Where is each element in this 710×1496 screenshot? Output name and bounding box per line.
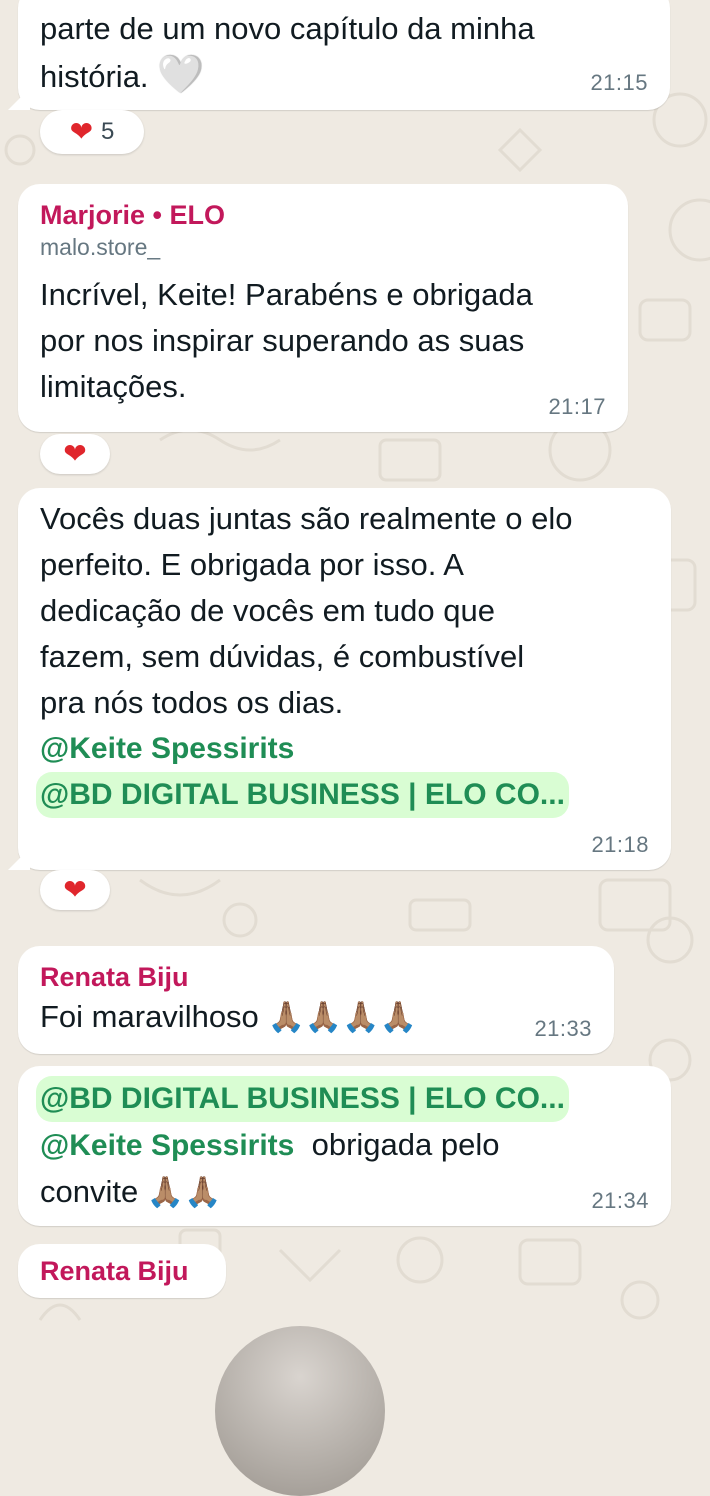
reaction-count: 5 (101, 118, 115, 145)
sender-handle: malo.store_ (40, 234, 161, 260)
message-text: Foi maravilhoso 🙏🏽🙏🏽🙏🏽🙏🏽 (40, 999, 417, 1034)
message-time: 21:18 (591, 832, 649, 857)
message-bubble[interactable]: @BD DIGITAL BUSINESS | ELO CO... @Keite … (18, 1066, 671, 1226)
sender-name[interactable]: Marjorie • ELO (40, 198, 606, 232)
reaction-pill[interactable]: ❤ 5 (40, 110, 144, 154)
message-time: 21:34 (591, 1188, 649, 1213)
image-preview[interactable] (215, 1326, 385, 1496)
reaction-pill[interactable]: ❤ (40, 434, 110, 474)
folded-hands-emoji: 🙏🏽🙏🏽🙏🏽🙏🏽 (267, 1001, 417, 1034)
folded-hands-emoji: 🙏🏽🙏🏽 (146, 1176, 222, 1209)
reaction-pill[interactable]: ❤ (40, 870, 110, 910)
sender-name[interactable]: Renata Biju (40, 960, 592, 994)
message-bubble[interactable]: Vocês duas juntas são realmente o elo pe… (18, 488, 671, 870)
message-text: Vocês duas juntas são realmente o elo pe… (40, 501, 573, 720)
message-bubble[interactable]: Renata Biju (18, 1244, 226, 1298)
mention-keite[interactable]: @Keite Spessirits (40, 726, 294, 772)
heart-icon: ❤ (69, 116, 94, 147)
message-bubble[interactable]: Marjorie • ELO malo.store_ Incrível, Kei… (18, 184, 628, 432)
heart-icon: ❤ (63, 874, 87, 905)
message-bubble[interactable]: Renata Biju Foi maravilhoso 🙏🏽🙏🏽🙏🏽🙏🏽 21:… (18, 946, 614, 1054)
message-time: 21:15 (590, 70, 648, 95)
white-heart-emoji: 🤍 (157, 54, 205, 96)
sender-name[interactable]: Renata Biju (40, 1254, 204, 1288)
mention-bd-digital[interactable]: @BD DIGITAL BUSINESS | ELO CO... (36, 1076, 569, 1122)
message-time: 21:17 (548, 394, 606, 419)
message-text: parte de um novo capítulo da minha histó… (40, 11, 535, 96)
heart-icon: ❤ (63, 438, 87, 469)
message-text: @Keite Spessirits obrigada pelo (40, 1122, 649, 1169)
message-time: 21:33 (534, 1016, 592, 1041)
mention-bd-digital[interactable]: @BD DIGITAL BUSINESS | ELO CO... (36, 772, 569, 818)
message-text: Incrível, Keite! Parabéns e obrigada por… (40, 277, 533, 404)
message-text: convite 🙏🏽🙏🏽 (40, 1174, 222, 1209)
message-bubble[interactable]: parte de um novo capítulo da minha histó… (18, 0, 670, 110)
mention-keite[interactable]: @Keite Spessirits (40, 1123, 294, 1169)
